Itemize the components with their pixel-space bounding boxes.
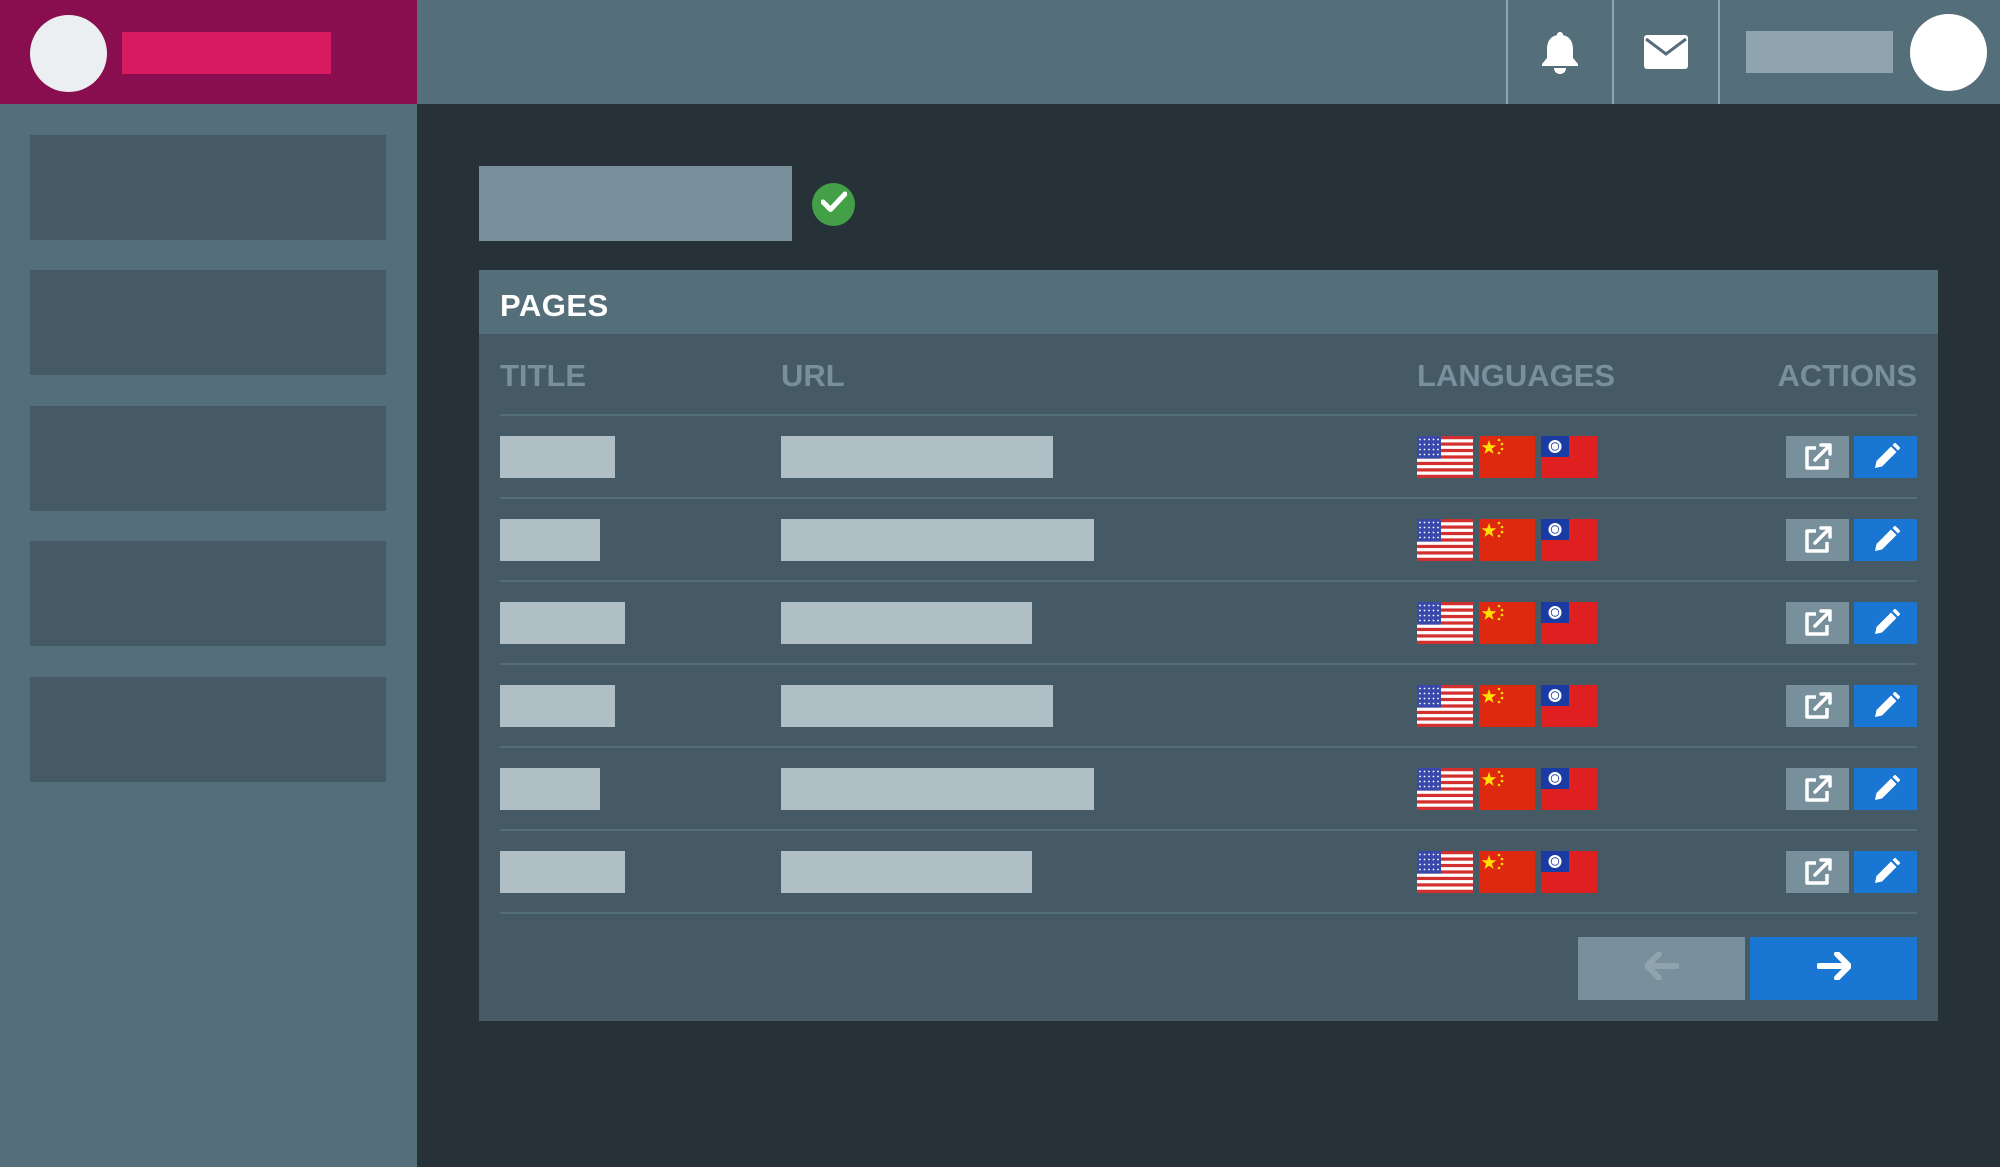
open-page-button[interactable] (1786, 851, 1849, 893)
flag-tw-icon (1541, 436, 1597, 478)
external-link-icon (1804, 609, 1832, 636)
messages-button[interactable] (1612, 0, 1718, 104)
table-row (500, 748, 1917, 831)
edit-page-button[interactable] (1854, 602, 1917, 644)
page-url-cell (781, 436, 1053, 478)
pages-panel: PAGES TITLE URL LANGUAGES ACTIONS (479, 270, 1938, 1021)
app-root: PAGES TITLE URL LANGUAGES ACTIONS (0, 0, 2000, 1167)
page-title-cell (500, 685, 615, 727)
flag-us-icon (1417, 685, 1473, 727)
open-page-button[interactable] (1786, 685, 1849, 727)
bell-icon (1539, 30, 1581, 74)
language-flags (1417, 851, 1597, 893)
arrow-left-icon (1643, 951, 1680, 985)
pencil-icon (1874, 526, 1900, 551)
notifications-button[interactable] (1506, 0, 1612, 104)
table-row (500, 665, 1917, 748)
edit-page-button[interactable] (1854, 851, 1917, 893)
pencil-icon (1874, 609, 1900, 634)
flag-cn-icon (1479, 602, 1535, 644)
sidebar-item[interactable] (30, 270, 386, 375)
table-row (500, 499, 1917, 582)
flag-tw-icon (1541, 768, 1597, 810)
flag-us-icon (1417, 768, 1473, 810)
status-badge (812, 183, 855, 226)
flag-tw-icon (1541, 851, 1597, 893)
language-flags (1417, 519, 1597, 561)
arrow-right-icon (1815, 951, 1852, 985)
flag-tw-icon (1541, 602, 1597, 644)
page-url-cell (781, 602, 1032, 644)
edit-page-button[interactable] (1854, 685, 1917, 727)
check-circle-icon (820, 191, 847, 218)
edit-page-button[interactable] (1854, 768, 1917, 810)
flag-cn-icon (1479, 851, 1535, 893)
language-flags (1417, 768, 1597, 810)
flag-cn-icon (1479, 519, 1535, 561)
flag-cn-icon (1479, 436, 1535, 478)
flag-cn-icon (1479, 768, 1535, 810)
flag-us-icon (1417, 519, 1473, 561)
column-header-url: URL (781, 358, 845, 393)
page-url-cell (781, 519, 1094, 561)
page-url-cell (781, 851, 1032, 893)
page-url-cell (781, 768, 1094, 810)
user-avatar (1910, 14, 1987, 91)
page-title (479, 166, 792, 241)
column-header-actions: ACTIONS (1777, 358, 1918, 393)
next-page-button[interactable] (1750, 937, 1917, 1000)
external-link-icon (1804, 775, 1832, 802)
page-title-cell (500, 436, 615, 478)
flag-tw-icon (1541, 519, 1597, 561)
column-header-languages: LANGUAGES (1417, 358, 1616, 393)
external-link-icon (1804, 858, 1832, 885)
top-bar (417, 0, 2000, 104)
previous-page-button[interactable] (1578, 937, 1745, 1000)
page-title-cell (500, 602, 625, 644)
open-page-button[interactable] (1786, 768, 1849, 810)
page-title-cell (500, 519, 600, 561)
sidebar-item[interactable] (30, 677, 386, 782)
brand-logo (30, 15, 107, 92)
envelope-icon (1644, 35, 1688, 69)
pencil-icon (1874, 775, 1900, 800)
flag-us-icon (1417, 851, 1473, 893)
brand-name (122, 32, 331, 74)
pencil-icon (1874, 443, 1900, 468)
panel-header: PAGES (479, 270, 1938, 334)
sidebar-item[interactable] (30, 541, 386, 646)
language-flags (1417, 602, 1597, 644)
sidebar (0, 104, 417, 1167)
column-header-title: TITLE (500, 358, 587, 393)
table-row (500, 416, 1917, 499)
user-name (1746, 31, 1893, 73)
language-flags (1417, 685, 1597, 727)
open-page-button[interactable] (1786, 519, 1849, 561)
external-link-icon (1804, 526, 1832, 553)
table-row (500, 582, 1917, 665)
page-title-cell (500, 851, 625, 893)
language-flags (1417, 436, 1597, 478)
flag-us-icon (1417, 602, 1473, 644)
page-url-cell (781, 685, 1053, 727)
table-row (500, 831, 1917, 914)
brand-area[interactable] (0, 0, 417, 104)
pencil-icon (1874, 858, 1900, 883)
flag-tw-icon (1541, 685, 1597, 727)
external-link-icon (1804, 692, 1832, 719)
flag-us-icon (1417, 436, 1473, 478)
edit-page-button[interactable] (1854, 436, 1917, 478)
flag-cn-icon (1479, 685, 1535, 727)
edit-page-button[interactable] (1854, 519, 1917, 561)
pencil-icon (1874, 692, 1900, 717)
external-link-icon (1804, 443, 1832, 470)
sidebar-item[interactable] (30, 135, 386, 240)
sidebar-item[interactable] (30, 406, 386, 511)
page-title-cell (500, 768, 600, 810)
panel-title: PAGES (500, 288, 609, 323)
open-page-button[interactable] (1786, 602, 1849, 644)
user-menu[interactable] (1718, 0, 2000, 104)
open-page-button[interactable] (1786, 436, 1849, 478)
